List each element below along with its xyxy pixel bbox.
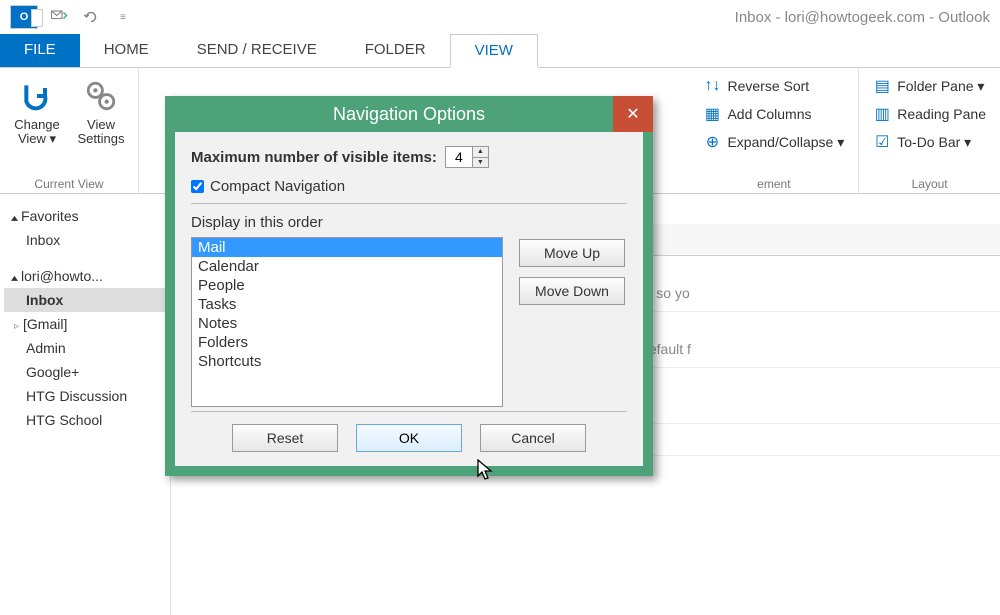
change-view-button[interactable]: ChangeView ▾ [8,74,66,147]
compact-navigation-label: Compact Navigation [210,178,345,195]
view-settings-button[interactable]: ViewSettings [72,74,130,147]
max-items-input[interactable] [446,147,472,167]
reverse-sort-icon: ↑↓ [703,77,721,95]
group-label-layout: Layout [912,175,948,191]
tab-view[interactable]: VIEW [450,34,538,68]
reading-pane-icon: ▥ [873,105,891,123]
display-order-label: Display in this order [191,214,627,231]
navigation-order-item[interactable]: Notes [192,314,502,333]
dialog-close-button[interactable]: ✕ [613,96,653,132]
expand-collapse-icon: ⊕ [703,133,721,151]
send-receive-icon[interactable] [48,7,70,27]
sidebar-item[interactable]: HTG School [4,408,166,432]
tab-home[interactable]: HOME [80,34,173,67]
tab-file[interactable]: FILE [0,34,80,67]
app-logo: O [10,5,38,29]
compact-navigation-input[interactable] [191,180,204,193]
navigation-options-dialog: Navigation Options ✕ Maximum number of v… [165,96,653,476]
folder-pane-button[interactable]: ▤Folder Pane ▾ [867,74,992,98]
sidebar-item[interactable]: HTG Discussion [4,384,166,408]
sidebar-item-label: Admin [26,340,66,356]
compact-navigation-checkbox[interactable]: Compact Navigation [191,178,627,195]
navigation-order-list[interactable]: MailCalendarPeopleTasksNotesFoldersShort… [191,237,503,407]
window-title: Inbox - lori@howtogeek.com - Outlook [735,9,990,26]
sidebar-item[interactable]: Inbox [4,288,166,312]
move-down-button[interactable]: Move Down [519,277,625,305]
todo-bar-button[interactable]: ☑To-Do Bar ▾ [867,130,992,154]
favorites-inbox[interactable]: Inbox [4,228,166,252]
sidebar-item[interactable]: [Gmail] [4,312,166,336]
sidebar-item-label: [Gmail] [23,316,67,332]
sidebar-item[interactable]: Google+ [4,360,166,384]
max-items-spinner[interactable]: ▲▼ [445,146,489,168]
ok-button[interactable]: OK [356,424,462,452]
navigation-order-item[interactable]: People [192,276,502,295]
reading-pane-button[interactable]: ▥Reading Pane [867,102,992,126]
group-label-current-view: Current View [34,175,103,191]
tab-folder[interactable]: FOLDER [341,34,450,67]
move-up-button[interactable]: Move Up [519,239,625,267]
navigation-order-item[interactable]: Tasks [192,295,502,314]
navigation-order-item[interactable]: Calendar [192,257,502,276]
sidebar-item-label: HTG Discussion [26,388,127,404]
todo-bar-icon: ☑ [873,133,891,151]
ribbon-group-arrangement: ↑↓Reverse Sort ▦Add Columns ⊕Expand/Coll… [689,68,859,193]
folder-sidebar: Favorites Inbox lori@howto... Inbox [Gmai… [0,194,170,615]
cancel-button[interactable]: Cancel [480,424,586,452]
reset-button[interactable]: Reset [232,424,338,452]
close-icon: ✕ [626,104,639,124]
quick-access-toolbar: ≡ [48,7,134,27]
folder-pane-icon: ▤ [873,77,891,95]
spinner-down-icon[interactable]: ▼ [473,158,488,168]
change-view-icon [19,78,55,114]
max-items-label: Maximum number of visible items: [191,149,437,166]
account-header[interactable]: lori@howto... [4,264,166,288]
sidebar-item[interactable]: Admin [4,336,166,360]
add-columns-button[interactable]: ▦Add Columns [697,102,850,126]
navigation-order-item[interactable]: Mail [192,238,502,257]
navigation-order-item[interactable]: Shortcuts [192,352,502,371]
undo-icon[interactable] [80,7,102,27]
add-columns-icon: ▦ [703,105,721,123]
dialog-title: Navigation Options ✕ [165,96,653,132]
sidebar-item-label: HTG School [26,412,102,428]
ribbon-tabs: FILE HOME SEND / RECEIVE FOLDER VIEW [0,34,1000,68]
expand-collapse-button[interactable]: ⊕Expand/Collapse ▾ [697,130,850,154]
reverse-sort-button[interactable]: ↑↓Reverse Sort [697,74,850,98]
favorites-header[interactable]: Favorites [4,204,166,228]
tab-send-receive[interactable]: SEND / RECEIVE [173,34,341,67]
group-label-arrangement: ement [757,175,790,191]
ribbon-group-layout: ▤Folder Pane ▾ ▥Reading Pane ☑To-Do Bar … [859,68,1000,193]
title-bar: O ≡ Inbox - lori@howtogeek.com - Outlook [0,0,1000,34]
sidebar-item-label: Inbox [26,292,63,308]
spinner-up-icon[interactable]: ▲ [473,147,488,158]
change-view-label: ChangeView ▾ [14,118,60,147]
gear-icon [83,78,119,114]
navigation-order-item[interactable]: Folders [192,333,502,352]
qat-customize-icon[interactable]: ≡ [112,7,134,27]
ribbon-group-current-view: ChangeView ▾ ViewSettings Current View [0,68,139,193]
sidebar-item-label: Google+ [26,364,79,380]
view-settings-label: ViewSettings [78,118,125,147]
